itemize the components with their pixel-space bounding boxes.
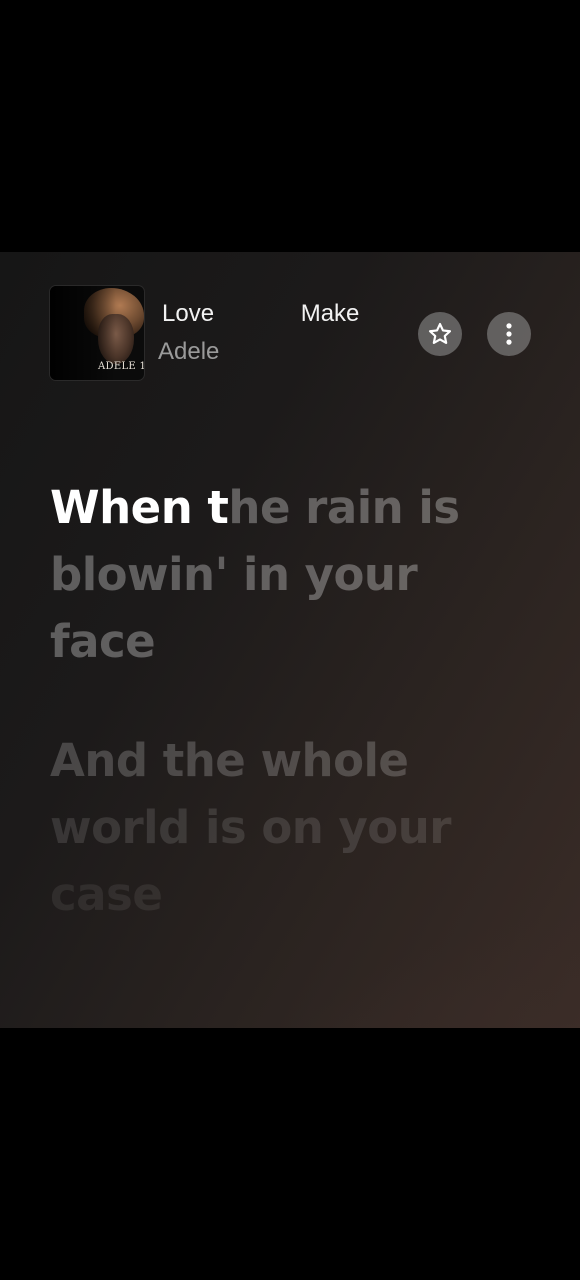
lyric-line[interactable]: face — [50, 608, 570, 675]
more-vertical-icon — [506, 323, 512, 345]
album-art[interactable]: ADELE 19 — [50, 286, 144, 380]
lyric-line-current[interactable]: When the rain is — [50, 474, 570, 541]
album-art-label: ADELE 19 — [98, 361, 144, 372]
more-options-button[interactable] — [487, 312, 531, 356]
now-playing-header: ADELE 19 Love Make Y Adele — [0, 252, 580, 392]
favorite-button[interactable] — [418, 312, 462, 356]
lyric-line[interactable]: world is on your — [50, 794, 570, 861]
star-icon — [428, 322, 452, 344]
lyrics-screen: ADELE 19 Love Make Y Adele When the rain… — [0, 252, 580, 1028]
lyric-sung-part: When t — [50, 481, 229, 534]
lyrics-panel[interactable]: When the rain is blowin' in your face An… — [50, 474, 570, 928]
lyric-line[interactable]: case — [50, 861, 570, 928]
lyric-line[interactable]: And the whole — [50, 727, 570, 794]
song-title-marquee: Love Make Y — [160, 300, 392, 334]
artist-name[interactable]: Adele — [158, 338, 219, 366]
lyric-unsung-part: he rain is — [228, 481, 460, 534]
lyric-line[interactable]: blowin' in your — [50, 541, 570, 608]
song-title: Love Make Y — [162, 300, 392, 327]
